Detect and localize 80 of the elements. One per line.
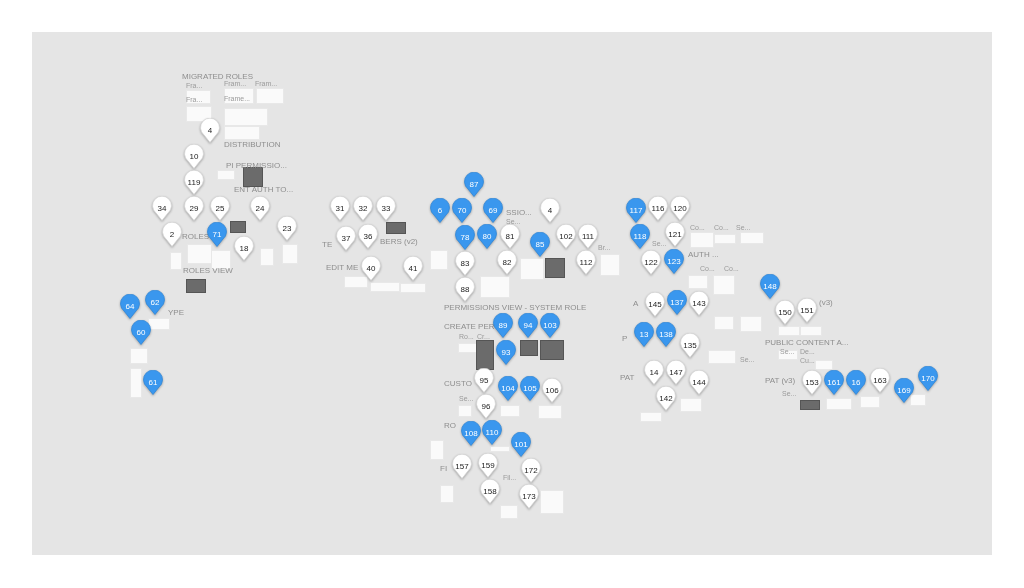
comment-pin[interactable]: 111 [578,224,598,249]
comment-pin[interactable]: 112 [576,250,596,275]
frame-thumbnail[interactable] [520,340,538,356]
comment-pin[interactable]: 33 [376,196,396,221]
comment-pin[interactable]: 95 [474,368,494,393]
frame-thumbnail[interactable] [243,167,263,187]
frame-thumbnail[interactable] [540,340,564,360]
comment-pin[interactable]: 173 [519,484,539,509]
section-label: ROLES [182,232,210,241]
section-label: AUTH ... [688,250,719,259]
frame-thumbnail[interactable] [545,258,565,278]
comment-pin[interactable]: 159 [478,453,498,478]
comment-pin[interactable]: 135 [680,333,700,358]
section-label: PAT (v3) [765,376,796,385]
comment-pin[interactable]: 40 [361,256,381,281]
comment-pin[interactable]: 4 [200,118,220,143]
comment-pin[interactable]: 153 [802,370,822,395]
section-label: YPE [168,308,184,317]
section-label: (v3) [819,298,833,307]
comment-pin[interactable]: 18 [234,236,254,261]
comment-pin[interactable]: 31 [330,196,350,221]
section-label: PI PERMISSIO... [226,161,287,170]
comment-pin[interactable]: 157 [452,454,472,479]
comment-pin[interactable]: 81 [500,224,520,249]
section-label: P [622,334,628,343]
comment-pin[interactable]: 142 [656,386,676,411]
comment-pin[interactable]: 14 [644,360,664,385]
comment-pin[interactable]: 41 [403,256,423,281]
comment-pin[interactable]: 163 [870,368,890,393]
comment-pin[interactable]: 145 [645,292,665,317]
section-label: DISTRIBUTION [224,140,281,149]
comment-pin[interactable]: 32 [353,196,373,221]
comment-pin[interactable]: 24 [250,196,270,221]
section-label: MIGRATED ROLES [182,72,253,81]
comment-pin[interactable]: 96 [476,394,496,419]
comment-pin[interactable]: 172 [521,458,541,483]
section-label: RO [444,421,456,430]
comment-pin[interactable]: 37 [336,226,356,251]
comment-pin[interactable]: 119 [184,170,204,195]
comment-pin[interactable]: 36 [358,224,378,249]
section-label: TE [322,240,333,249]
frame-thumbnail[interactable] [230,221,246,233]
comment-pin[interactable]: 4 [540,198,560,223]
comment-pin[interactable]: 147 [666,360,686,385]
comment-pin[interactable]: 150 [775,300,795,325]
section-label: SSIO... [506,208,532,217]
section-label: PERMISSIONS VIEW - SYSTEM ROLE [444,303,587,312]
comment-pin[interactable]: 83 [455,251,475,276]
comment-pin[interactable]: 143 [689,291,709,316]
comment-pin[interactable]: 106 [542,378,562,403]
comment-pin[interactable]: 25 [210,196,230,221]
section-label: PAT [620,373,635,382]
comment-pin[interactable]: 23 [277,216,297,241]
comment-pin[interactable]: 2 [162,222,182,247]
section-label: FI [440,464,448,473]
comment-pin[interactable]: 82 [497,250,517,275]
comment-pin[interactable]: 10 [184,144,204,169]
frame-thumbnail[interactable] [800,400,820,410]
comment-pin[interactable]: 151 [797,298,817,323]
comment-pin[interactable]: 102 [556,224,576,249]
comment-pin[interactable]: 121 [665,222,685,247]
section-label: A [633,299,639,308]
section-label: PUBLIC CONTENT A... [765,338,849,347]
section-label: CUSTO [444,379,472,388]
comment-pin[interactable]: 34 [152,196,172,221]
section-label: ENT AUTH TO... [234,185,294,194]
frame-thumbnail[interactable] [476,340,494,370]
section-label: BERS (v2) [380,237,418,246]
comment-pin[interactable]: 144 [689,370,709,395]
section-label: CREATE PER [444,322,495,331]
comment-pin[interactable]: 122 [641,250,661,275]
frame-thumbnail[interactable] [186,279,206,293]
comment-pin[interactable]: 158 [480,479,500,504]
comment-pin[interactable]: 29 [184,196,204,221]
section-label: ROLES VIEW [183,266,233,275]
comment-pin[interactable]: 116 [648,196,668,221]
section-label: EDIT ME [326,263,359,272]
comment-pin[interactable]: 88 [455,277,475,302]
frame-thumbnail[interactable] [386,222,406,234]
comment-pin[interactable]: 120 [670,196,690,221]
